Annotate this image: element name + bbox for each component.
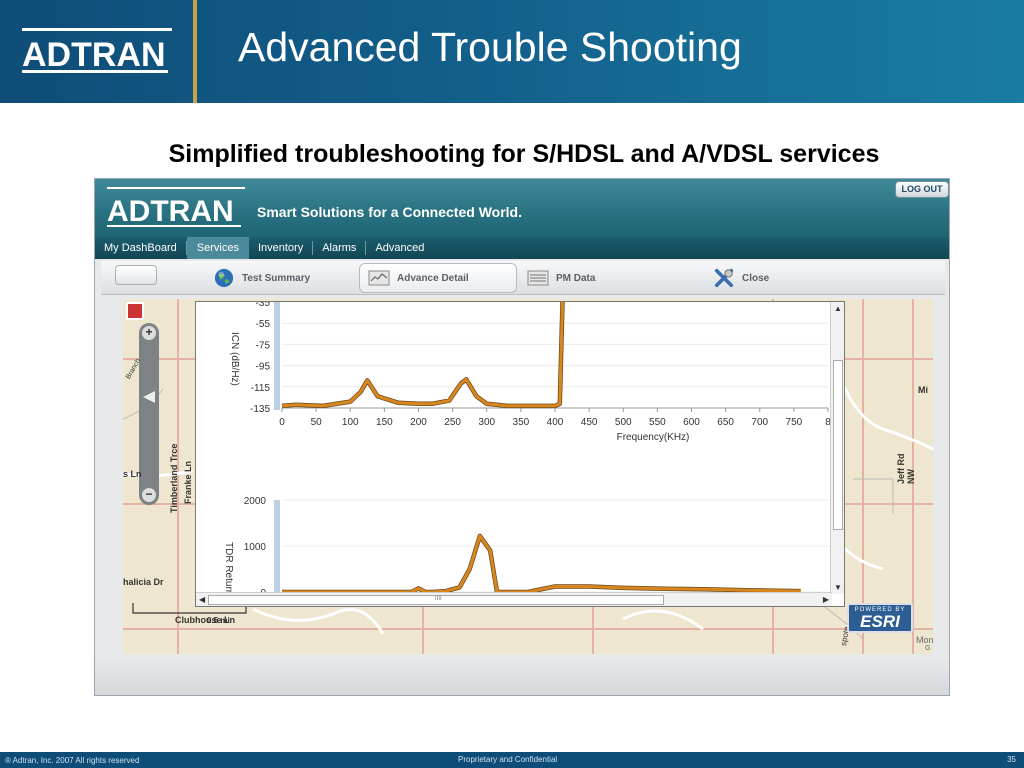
slide-title: Advanced Trouble Shooting [238,24,742,70]
slide-header: ADTRAN Advanced Trouble Shooting [0,0,1024,103]
chart1-x-tick-label: 650 [717,417,734,428]
chart1-axis-band [274,302,280,410]
test-summary-button[interactable]: Test Summary [205,263,318,293]
chart-doc-icon [368,270,390,286]
app-nav: My DashBoard Services Inventory Alarms A… [95,237,949,259]
chart1-x-tick-label: 400 [547,417,564,428]
zoom-out-icon[interactable]: − [142,488,156,502]
chart2-series-shadow [282,533,801,594]
esri-text: ESRI [860,612,900,631]
app-screenshot: ADTRAN Smart Solutions for a Connected W… [94,178,950,696]
chart1-x-tick-label: 500 [615,417,632,428]
globe-icon [214,268,234,288]
slide-footer: ® Adtran, Inc. 2007 All rights reserved … [0,752,1024,768]
chart1-y-tick-label: -75 [256,340,271,351]
header-divider [193,0,197,103]
test-summary-label: Test Summary [242,272,311,284]
chart1-series-shadow [281,302,565,409]
map-label-timberland: Timberland Trce [169,443,179,513]
slide-subtitle: Simplified troubleshooting for S/HDSL an… [168,140,880,168]
map-label-mon: Mon [916,635,933,645]
chart1-x-tick-label: 300 [478,417,495,428]
chart2-series-line [282,534,801,594]
map-label-mi: Mi [918,385,928,395]
zoom-in-icon[interactable]: + [142,326,156,340]
chart-window[interactable]: -35 -55 -75 -95 -115 -135 0 50 100 150 200 250 300 35… [195,301,845,607]
chart1-x-tick-label: 100 [342,417,359,428]
vertical-scroll-thumb[interactable] [833,360,843,530]
chart1-x-tick-label: 750 [786,417,803,428]
nav-my-dashboard[interactable]: My DashBoard [95,241,187,255]
scroll-up-icon[interactable]: ▲ [834,304,842,313]
pm-data-label: PM Data [556,272,596,284]
adtran-logo: ADTRAN [22,28,172,74]
chart2-axis-band [274,500,280,592]
scroll-right-icon[interactable]: ▶ [823,595,829,604]
chart1-y-axis-label: ICN (dB/Hz) [229,332,240,386]
adtran-logo-text: ADTRAN [22,36,166,74]
esri-badge: POWERED BY ESRI [847,603,913,633]
chart2-y-tick-label: 1000 [244,542,267,553]
scroll-down-icon[interactable]: ▼ [834,583,842,592]
advance-detail-button[interactable]: Advance Detail [359,263,517,293]
chart1-y-tick-label: -135 [250,404,270,415]
chart1-x-tick-label: 700 [751,417,768,428]
chart1-y-tick-label: -115 [251,383,271,394]
chart1-y-tick-label: -35 [256,302,271,309]
horizontal-scrollbar[interactable]: ◀ IIII ▶ [196,592,832,606]
app-logo-text: ADTRAN [107,195,234,228]
app-tagline: Smart Solutions for a Connected World. [257,204,522,220]
chart1-x-tick-label: 0 [279,417,285,428]
app-banner: ADTRAN Smart Solutions for a Connected W… [95,179,949,237]
logout-button[interactable]: LOG OUT [895,181,949,198]
map-label-franke: Franke Ln [183,460,193,504]
chart1-x-axis-label: Frequency(KHz) [617,432,690,443]
nav-advanced[interactable]: Advanced [366,241,433,255]
app-toolbar: Test Summary Advance Detail PM Data Clos… [101,261,945,295]
map-scale-label: 0.5 mi [207,616,230,625]
chart1-x-tick-label: 350 [513,417,530,428]
toolbar-blank-button[interactable] [115,265,157,285]
map-label-halicia: halicia Dr [123,577,164,587]
map-label-s-ln: s Ln [123,469,142,479]
close-button[interactable]: Close [705,263,777,293]
scroll-grip: IIII [435,596,442,602]
close-tools-icon [714,268,734,288]
chart1-x-tick-label: 150 [376,417,393,428]
close-label: Close [742,272,770,284]
chart1-y-tick-label: -95 [256,362,271,373]
nav-services[interactable]: Services [186,237,249,259]
map-label-g: G [925,645,931,652]
chart1-x-tick-label: 200 [410,417,427,428]
horizontal-scroll-thumb[interactable]: IIII [208,595,664,605]
scroll-left-icon[interactable]: ◀ [199,595,205,604]
zoom-thumb[interactable] [143,391,155,403]
chart2-y-axis-label: TDR Return [223,542,234,594]
map-target-icon[interactable] [126,302,144,320]
vertical-scrollbar[interactable]: ▲ ▼ [830,302,844,594]
chart2-y-tick-label: 2000 [244,496,267,507]
chart1-x-tick-label: 250 [444,417,461,428]
zoom-slider[interactable]: + − [139,323,159,505]
map-label-jeff-rd: Jeff Rd NW [896,453,916,484]
pm-data-button[interactable]: PM Data [519,263,603,293]
advance-detail-label: Advance Detail [397,272,469,284]
chart1-y-tick-label: -55 [256,319,271,330]
app-adtran-logo: ADTRAN [107,187,245,228]
chart1-series-line [281,302,564,408]
nav-inventory[interactable]: Inventory [249,241,314,255]
nav-alarms[interactable]: Alarms [313,241,367,255]
data-sheet-icon [527,270,549,286]
app-footer [95,657,949,695]
chart1-x-tick-label: 600 [683,417,700,428]
footer-confidential: Proprietary and Confidential [458,755,558,764]
chart1-x-tick-label: 50 [311,417,323,428]
chart1-x-tick-label: 550 [649,417,666,428]
charts-svg: -35 -55 -75 -95 -115 -135 0 50 100 150 200 250 300 35… [223,302,831,594]
footer-copyright: ® Adtran, Inc. 2007 All rights reserved [5,756,140,765]
footer-page-number: 35 [1007,755,1016,764]
chart1-x-tick-label: 450 [581,417,598,428]
